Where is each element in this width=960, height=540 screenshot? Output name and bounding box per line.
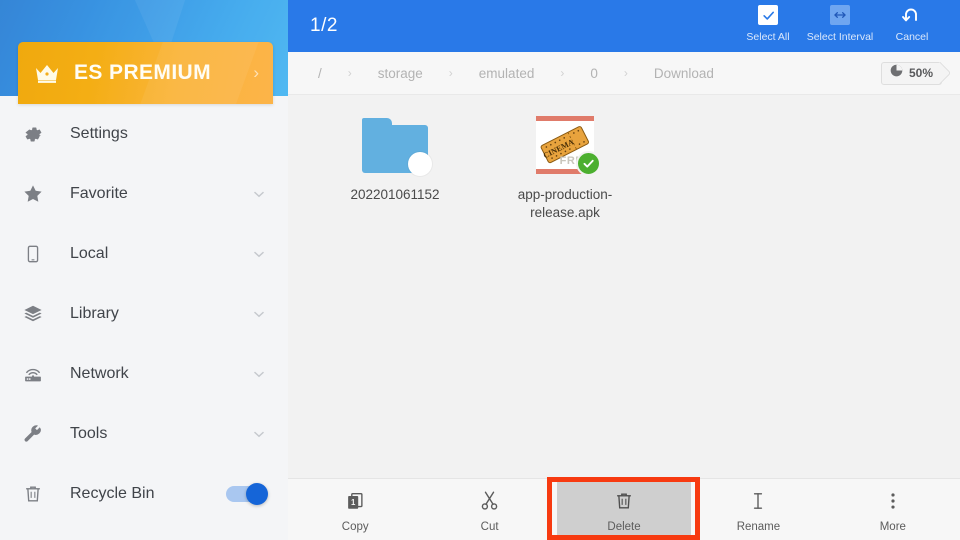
storage-percent-label: 50% — [908, 66, 933, 80]
sidebar-item-settings[interactable]: Settings — [0, 104, 288, 164]
breadcrumb-item-emulated[interactable]: emulated — [475, 66, 539, 81]
storage-usage-badge[interactable]: 50% — [880, 61, 942, 85]
copy-button[interactable]: 1 Copy — [288, 479, 422, 540]
sidebar-item-label: Tools — [70, 425, 108, 442]
sidebar-item-label: Local — [70, 245, 109, 262]
action-toolbar: 1 Copy Cut Delete Rename More — [288, 478, 960, 540]
sidebar-item-label: Favorite — [70, 185, 128, 202]
breadcrumb-item-download[interactable]: Download — [650, 66, 718, 81]
trash-icon — [18, 479, 48, 509]
sidebar-item-recycle-bin[interactable]: Recycle Bin — [0, 464, 288, 524]
cinema-ticket-icon: CINEMA FREE — [536, 116, 601, 176]
folder-icon — [362, 117, 432, 176]
more-vertical-icon — [882, 487, 904, 515]
main-content: 1/2 Select All Select Interval Cancel / … — [288, 0, 960, 540]
select-all-label: Select All — [746, 31, 790, 43]
recycle-bin-toggle[interactable] — [226, 483, 268, 505]
chevron-down-icon[interactable] — [250, 245, 268, 263]
copy-label: Copy — [341, 520, 369, 533]
sidebar-item-label: Library — [70, 305, 119, 322]
file-name-label: 202201061152 — [350, 187, 440, 202]
wrench-icon — [18, 419, 48, 449]
sidebar-item-tools[interactable]: Tools — [0, 404, 288, 464]
cut-label: Cut — [480, 520, 499, 533]
chevron-right-icon: › — [623, 66, 628, 80]
file-grid: 202201061152 CINEMA app-production-relea… — [288, 95, 960, 222]
breadcrumb-item-root[interactable]: / — [314, 66, 326, 81]
file-item-apk[interactable]: CINEMA FREE app-production-release.apk — [480, 113, 650, 222]
star-icon — [18, 179, 48, 209]
toggle-thumb — [246, 483, 268, 505]
selection-check-selected[interactable] — [576, 151, 601, 176]
undo-arrow-icon — [900, 3, 924, 27]
cancel-label: Cancel — [895, 31, 929, 43]
copy-icon: 1 — [344, 487, 366, 515]
sidebar: ES PREMIUM › Settings Favorite Local Lib… — [0, 0, 288, 540]
cancel-button[interactable]: Cancel — [876, 3, 948, 43]
breadcrumb-item-0[interactable]: 0 — [586, 66, 602, 81]
sidebar-item-local[interactable]: Local — [0, 224, 288, 284]
select-interval-label: Select Interval — [806, 31, 874, 43]
rename-button[interactable]: Rename — [691, 479, 825, 540]
selection-circle-unselected[interactable] — [408, 151, 432, 176]
chevron-right-icon: › — [448, 66, 453, 80]
delete-button[interactable]: Delete — [556, 479, 692, 540]
chevron-right-icon: › — [560, 66, 565, 80]
select-interval-button[interactable]: Select Interval — [804, 3, 876, 43]
svg-text:1: 1 — [351, 498, 356, 507]
breadcrumb-item-storage[interactable]: storage — [374, 66, 427, 81]
interval-arrows-icon — [830, 3, 850, 27]
layers-icon — [18, 299, 48, 329]
select-all-button[interactable]: Select All — [732, 3, 804, 43]
chevron-down-icon[interactable] — [250, 185, 268, 203]
sidebar-item-label: Settings — [70, 125, 128, 142]
phone-icon — [18, 239, 48, 269]
scissors-icon — [478, 487, 501, 515]
pie-chart-icon — [889, 63, 904, 83]
file-icon-wrap — [360, 113, 432, 177]
router-icon — [18, 359, 48, 389]
breadcrumb: / › storage › emulated › 0 › Download 50… — [288, 52, 960, 95]
crown-icon — [34, 62, 60, 84]
sidebar-item-favorite[interactable]: Favorite — [0, 164, 288, 224]
cut-button[interactable]: Cut — [422, 479, 556, 540]
chevron-right-icon: › — [347, 66, 352, 80]
text-cursor-icon — [747, 487, 769, 515]
file-icon-wrap: CINEMA FREE — [530, 113, 601, 177]
selection-count: 1/2 — [310, 15, 338, 36]
sidebar-item-library[interactable]: Library — [0, 284, 288, 344]
rename-label: Rename — [736, 520, 781, 533]
trash-icon — [613, 487, 635, 515]
selection-toolbar: 1/2 Select All Select Interval Cancel — [288, 0, 960, 52]
sidebar-item-network[interactable]: Network — [0, 344, 288, 404]
selection-actions: Select All Select Interval Cancel — [732, 0, 948, 52]
chevron-down-icon[interactable] — [250, 365, 268, 383]
sidebar-item-label: Network — [70, 365, 129, 382]
es-premium-button[interactable]: ES PREMIUM › — [18, 42, 273, 104]
more-button[interactable]: More — [826, 479, 960, 540]
gear-icon — [18, 119, 48, 149]
checkbox-checked-icon — [758, 3, 778, 27]
chevron-right-icon: › — [253, 63, 259, 82]
delete-label: Delete — [607, 520, 641, 533]
chevron-down-icon[interactable] — [250, 425, 268, 443]
file-name-label: app-production-release.apk — [517, 187, 613, 220]
file-item-folder[interactable]: 202201061152 — [310, 113, 480, 222]
es-premium-label: ES PREMIUM — [74, 61, 212, 84]
more-label: More — [879, 520, 906, 533]
sidebar-item-label: Recycle Bin — [70, 485, 155, 502]
sidebar-menu: Settings Favorite Local Library Network … — [0, 104, 288, 524]
chevron-down-icon[interactable] — [250, 305, 268, 323]
es-file-explorer-app: ES PREMIUM › Settings Favorite Local Lib… — [0, 0, 960, 540]
